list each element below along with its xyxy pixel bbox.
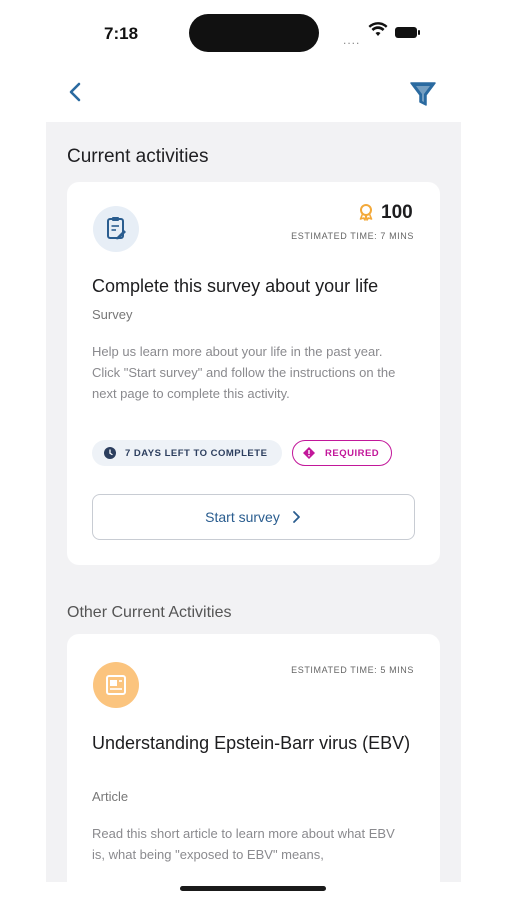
- status-bar: 7:18 ....: [0, 0, 506, 70]
- start-survey-label: Start survey: [205, 509, 280, 525]
- estimated-time: ESTIMATED TIME: 7 MINS: [291, 231, 414, 241]
- clipboard-edit-icon: [93, 206, 139, 252]
- required-label: REQUIRED: [325, 447, 380, 459]
- section-title-current: Current activities: [67, 146, 209, 167]
- activity-title: Understanding Epstein-Barr virus (EBV): [92, 733, 411, 753]
- survey-activity-card[interactable]: 100 ESTIMATED TIME: 7 MINS Complete this…: [67, 182, 440, 565]
- filter-icon[interactable]: [408, 78, 438, 110]
- start-survey-button[interactable]: Start survey: [92, 494, 415, 540]
- home-indicator: [180, 886, 326, 891]
- clock-icon: [104, 447, 116, 459]
- estimated-time: ESTIMATED TIME: 5 MINS: [291, 665, 414, 675]
- section-title-other: Other Current Activities: [67, 604, 232, 621]
- activity-type: Survey: [92, 307, 133, 322]
- back-chevron-icon[interactable]: [64, 78, 86, 106]
- wifi-icon: [368, 22, 388, 36]
- article-icon: [93, 662, 139, 708]
- activity-type: Article: [92, 789, 129, 804]
- status-time: 7:18: [104, 24, 139, 43]
- days-left-badge: 7 DAYS LEFT TO COMPLETE: [92, 440, 282, 466]
- activities-content[interactable]: Current activities 100 ESTIMATED TIME: 7…: [46, 122, 461, 882]
- chevron-right-icon: [292, 511, 300, 523]
- award-icon: [359, 204, 373, 221]
- signal-icon: ....: [343, 33, 361, 47]
- alert-diamond-icon: [303, 447, 315, 459]
- activity-description: Help us learn more about your life in th…: [92, 344, 396, 401]
- points-value: 100: [381, 202, 413, 223]
- days-left-label: 7 DAYS LEFT TO COMPLETE: [125, 447, 268, 459]
- activity-description: Read this short article to learn more ab…: [92, 826, 395, 862]
- required-badge: REQUIRED: [292, 440, 392, 466]
- activity-title: Complete this survey about your life: [92, 276, 379, 296]
- dynamic-island: [189, 14, 319, 52]
- article-activity-card[interactable]: ESTIMATED TIME: 5 MINS Understanding Eps…: [67, 634, 440, 882]
- battery-icon: [395, 27, 420, 38]
